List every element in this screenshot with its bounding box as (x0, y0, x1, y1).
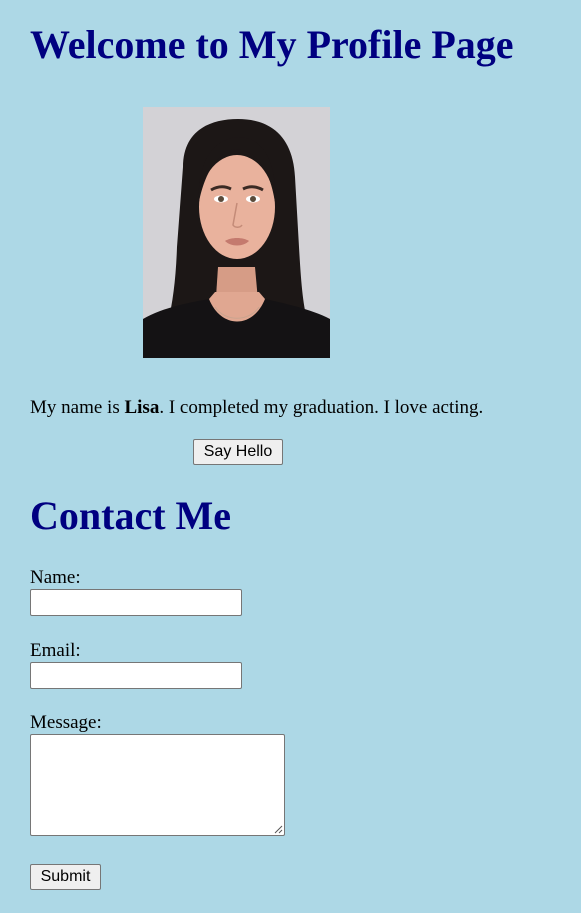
email-field[interactable] (30, 662, 242, 689)
profile-photo (143, 107, 330, 358)
name-label: Name: (30, 567, 81, 588)
page-title: Welcome to My Profile Page (30, 22, 514, 67)
bio-text: My name is Lisa. I completed my graduati… (30, 396, 483, 420)
email-label: Email: (30, 640, 81, 661)
profile-page: Welcome to My Profile Page My name is Li… (0, 0, 581, 913)
message-field[interactable] (30, 734, 285, 836)
bio-suffix: . I completed my graduation. I love acti… (159, 397, 484, 418)
profile-name: Lisa (124, 397, 160, 418)
name-field[interactable] (30, 589, 242, 616)
submit-button[interactable]: Submit (30, 864, 101, 890)
bio-prefix: My name is (30, 397, 125, 418)
message-label: Message: (30, 712, 102, 733)
contact-title: Contact Me (30, 493, 232, 538)
say-hello-button[interactable]: Say Hello (193, 439, 283, 465)
